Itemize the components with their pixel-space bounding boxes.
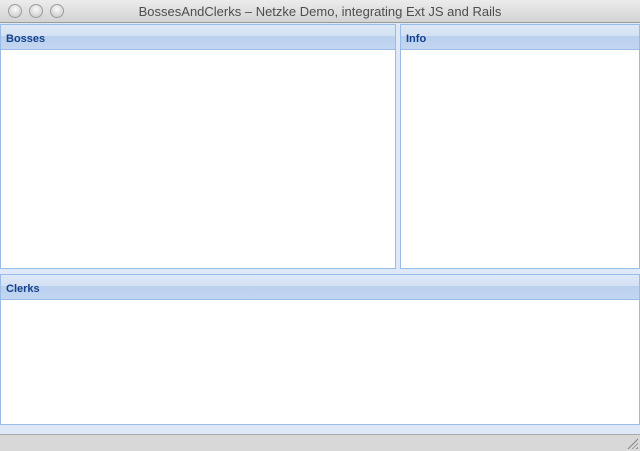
- clerks-panel: Clerks: [0, 274, 640, 425]
- window-status-bar: [0, 434, 640, 451]
- info-panel-header: Info: [401, 25, 639, 50]
- clerks-panel-header: Clerks: [1, 275, 639, 300]
- info-panel: Info: [400, 24, 640, 269]
- window-title: BossesAndClerks – Netzke Demo, integrati…: [138, 4, 502, 19]
- bosses-panel: Bosses: [0, 24, 396, 269]
- window-titlebar: BossesAndClerks – Netzke Demo, integrati…: [0, 0, 640, 23]
- bosses-panel-header: Bosses: [1, 25, 395, 50]
- resize-grip-icon[interactable]: [627, 438, 638, 449]
